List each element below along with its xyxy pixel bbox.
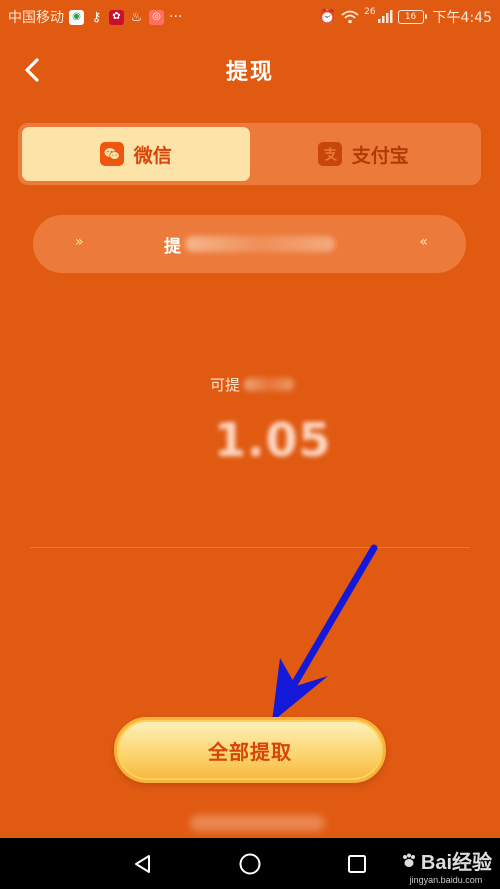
withdraw-account-selector[interactable]: » 提 « bbox=[33, 215, 466, 273]
tab-label: 微信 bbox=[133, 144, 172, 167]
carrier-label: 中国移动 bbox=[8, 10, 64, 26]
chevron-right-double-icon: » bbox=[75, 234, 84, 250]
withdrawable-balance-label: 可提 bbox=[210, 374, 295, 395]
triangle-back-icon bbox=[135, 854, 151, 873]
back-button[interactable] bbox=[14, 52, 50, 88]
tab-label: 支付宝 bbox=[351, 144, 409, 167]
account-label: 提 bbox=[164, 232, 335, 257]
network-type-label: 26 bbox=[364, 7, 376, 17]
payment-method-tabs: 微信 支付宝 bbox=[18, 123, 481, 185]
more-notifications-icon: ··· bbox=[169, 9, 183, 25]
wifi-icon bbox=[341, 10, 359, 24]
balance-label-prefix: 可提 bbox=[210, 376, 241, 394]
clock: 下午4:45 bbox=[432, 10, 492, 26]
key-icon: ⚷ bbox=[91, 9, 102, 25]
nav-back-button[interactable] bbox=[128, 849, 158, 879]
status-bar: 中国移动 ◉ ⚷ ✿ ♨ ◎ ··· ⏰ 26 16 下午4:45 bbox=[0, 0, 500, 34]
paw-icon bbox=[402, 853, 415, 867]
alarm-icon: ⏰ bbox=[318, 9, 337, 25]
square-recents-icon bbox=[347, 854, 366, 873]
annotation-arrow-icon bbox=[272, 544, 378, 722]
watermark: Bai经验 jingyan.baidu.com bbox=[400, 846, 492, 885]
redacted-footer-text bbox=[190, 815, 325, 831]
app-notification-icon: ◎ bbox=[149, 9, 164, 25]
tab-alipay[interactable]: 支付宝 bbox=[250, 127, 478, 181]
watermark-url: jingyan.baidu.com bbox=[409, 875, 483, 885]
circle-home-icon bbox=[239, 853, 261, 874]
withdrawable-balance-value: 1.05 bbox=[214, 413, 332, 467]
header: 提现 bbox=[0, 40, 500, 100]
withdraw-all-button[interactable]: 全部提取 bbox=[114, 717, 386, 783]
status-right: ⏰ 26 16 下午4:45 bbox=[319, 7, 492, 27]
account-prefix: 提 bbox=[164, 236, 181, 257]
tab-wechat[interactable]: 微信 bbox=[22, 127, 250, 181]
status-left: 中国移动 ◉ ⚷ ✿ ♨ ◎ ··· bbox=[8, 7, 182, 27]
watermark-brand: Bai经验 bbox=[400, 846, 492, 875]
nav-home-button[interactable] bbox=[235, 849, 265, 879]
divider bbox=[30, 547, 470, 548]
page-title: 提现 bbox=[225, 60, 274, 85]
alipay-icon bbox=[317, 142, 342, 166]
signal-icon bbox=[377, 10, 393, 23]
huawei-app-icon: ✿ bbox=[109, 9, 124, 25]
chevron-left-double-icon: « bbox=[419, 234, 428, 250]
withdraw-all-label: 全部提取 bbox=[208, 739, 292, 764]
app-notification-icon: ♨ bbox=[130, 9, 143, 25]
redacted-label-text bbox=[244, 378, 295, 391]
chevron-left-icon bbox=[25, 58, 39, 82]
battery-level: 16 bbox=[404, 12, 417, 22]
app-notification-icon: ◉ bbox=[69, 9, 84, 25]
watermark-brand-text: Bai经验 bbox=[420, 852, 492, 874]
redacted-account-text bbox=[185, 236, 335, 252]
battery-icon: 16 bbox=[397, 10, 427, 24]
wechat-icon bbox=[99, 142, 124, 166]
nav-recents-button[interactable] bbox=[342, 849, 372, 879]
